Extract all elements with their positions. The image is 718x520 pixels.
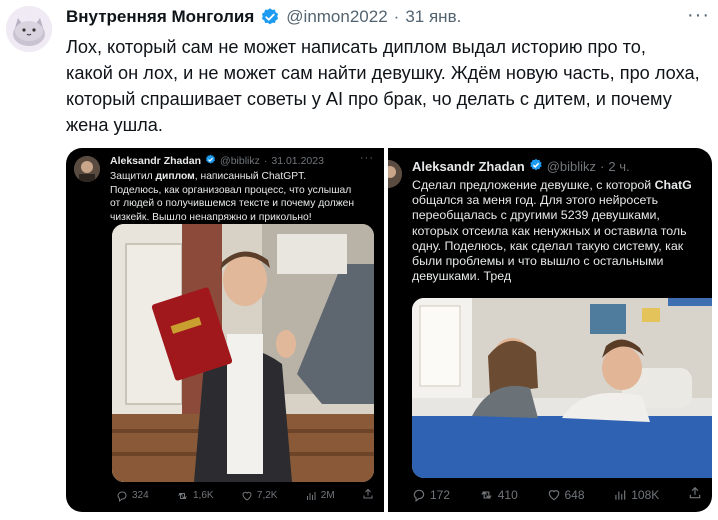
reply-count: 324 [116, 490, 149, 502]
card-text-line: одну. Поделюсь, как сделал такую систему… [412, 239, 712, 254]
card-text-run: Поделюсь, как организовал процесс, что у… [110, 184, 352, 196]
card-text-line: общался за меня год. Для этого нейросеть [412, 193, 712, 208]
share-icon [362, 488, 374, 503]
card-text-run: от людей о получившемся тексте и почему … [110, 198, 355, 209]
tweet-date[interactable]: 31 янв. [405, 7, 461, 27]
more-icon[interactable]: ··· [687, 5, 710, 25]
card-author-name: Aleksandr Zhadan [412, 159, 525, 174]
verified-badge-icon [529, 158, 543, 175]
card-text-line: переобщалась с другими 5239 девушками, [412, 208, 712, 223]
card-date: 31.01.2023 [271, 155, 324, 167]
card-text-line: от людей о получившемся тексте и почему … [110, 197, 380, 211]
card-text-line: Поделюсь, как организовал процесс, что у… [110, 184, 380, 198]
card-actions: 172 410 648 108K [412, 486, 702, 503]
retweet-count: 1,6K [176, 490, 214, 502]
card-text-run: Защитил [110, 171, 156, 182]
reply-icon [412, 488, 426, 502]
like-icon [241, 490, 253, 502]
reply-icon [116, 490, 128, 502]
card-text-run: девушками. Тред [412, 269, 512, 284]
share-icon [688, 486, 702, 503]
views-count: 2M [305, 490, 335, 502]
photo-couple [412, 298, 712, 478]
retweet-icon [479, 488, 494, 502]
card-text-run: чизкейк. Вышло ненапряжно и прикольно! [110, 211, 312, 223]
card-header: Aleksandr Zhadan @biblikz · 31.01.2023 [110, 154, 324, 168]
views-count: 108K [613, 488, 659, 502]
views-icon [305, 490, 317, 502]
card-text-run: были проблемы и что вышло с остальными [412, 254, 664, 269]
card-text: Защитил диплом, написанный ChatGPT. Подел… [110, 170, 380, 224]
card-text-line: были проблемы и что вышло с остальными [412, 254, 712, 269]
card-text-run: , написанный ChatGPT. [194, 171, 307, 182]
card-text-bold: ChatG [654, 178, 692, 192]
card-text-line: девушками. Тред [412, 269, 712, 284]
card-header: Aleksandr Zhadan @biblikz · 2 ч. [412, 158, 630, 175]
media-image-right[interactable]: Aleksandr Zhadan @biblikz · 2 ч. Сделал … [388, 148, 712, 512]
card-text-run: общался за меня год. Для этого нейросеть [412, 193, 659, 208]
verified-badge-icon [205, 154, 216, 168]
retweet-icon [176, 490, 189, 502]
card-handle: @biblikz [546, 159, 597, 174]
like-count: 7,2K [241, 490, 277, 502]
card-separator: · [600, 159, 605, 174]
card-avatar [388, 160, 402, 188]
card-text-run: которых отсеила как ненужных и оставила … [412, 223, 687, 238]
tweet-text: Лох, который сам не может написать дипло… [66, 37, 700, 135]
card-avatar [74, 156, 100, 182]
photo-diploma [112, 224, 374, 482]
like-icon [547, 488, 561, 502]
tweet-media[interactable]: Aleksandr Zhadan @biblikz · 31.01.2023 ·… [66, 148, 712, 512]
card-text: Сделал предложение девушке, с которой Ch… [412, 178, 712, 284]
more-icon: ··· [360, 152, 374, 164]
card-text-line: Защитил диплом, написанный ChatGPT. [110, 170, 380, 184]
views-icon [613, 488, 627, 502]
card-handle: @biblikz [220, 155, 260, 167]
card-text-run: одну. Поделюсь, как сделал такую систему… [412, 238, 684, 253]
verified-badge-icon [260, 7, 280, 27]
card-text-run: Сделал предложение девушке, с которой [412, 178, 655, 192]
author-display-name[interactable]: Внутренняя Монголия [66, 7, 254, 27]
separator-dot: · [393, 7, 400, 26]
card-actions: 324 1,6K 7,2K 2M [116, 488, 374, 503]
card-date: 2 ч. [608, 159, 630, 174]
card-text-line: чизкейк. Вышло ненапряжно и прикольно! [110, 211, 380, 225]
avatar[interactable] [6, 6, 52, 52]
like-count: 648 [547, 488, 585, 502]
card-text-line: Сделал предложение девушке, с которой Ch… [412, 178, 712, 193]
card-text-bold: диплом [155, 171, 195, 182]
card-text-run: переобщалась с другими 5239 девушками, [412, 208, 660, 223]
card-separator: · [263, 155, 268, 167]
tweet-header: Внутренняя Монголия @inmon2022 · 31 янв. [66, 6, 461, 28]
author-handle[interactable]: @inmon2022 [286, 7, 387, 27]
card-text-line: которых отсеила как ненужных и оставила … [412, 224, 712, 239]
retweet-count: 410 [479, 488, 518, 502]
card-author-name: Aleksandr Zhadan [110, 155, 202, 167]
reply-count: 172 [412, 488, 450, 502]
media-image-left[interactable]: Aleksandr Zhadan @biblikz · 31.01.2023 ·… [66, 148, 384, 512]
